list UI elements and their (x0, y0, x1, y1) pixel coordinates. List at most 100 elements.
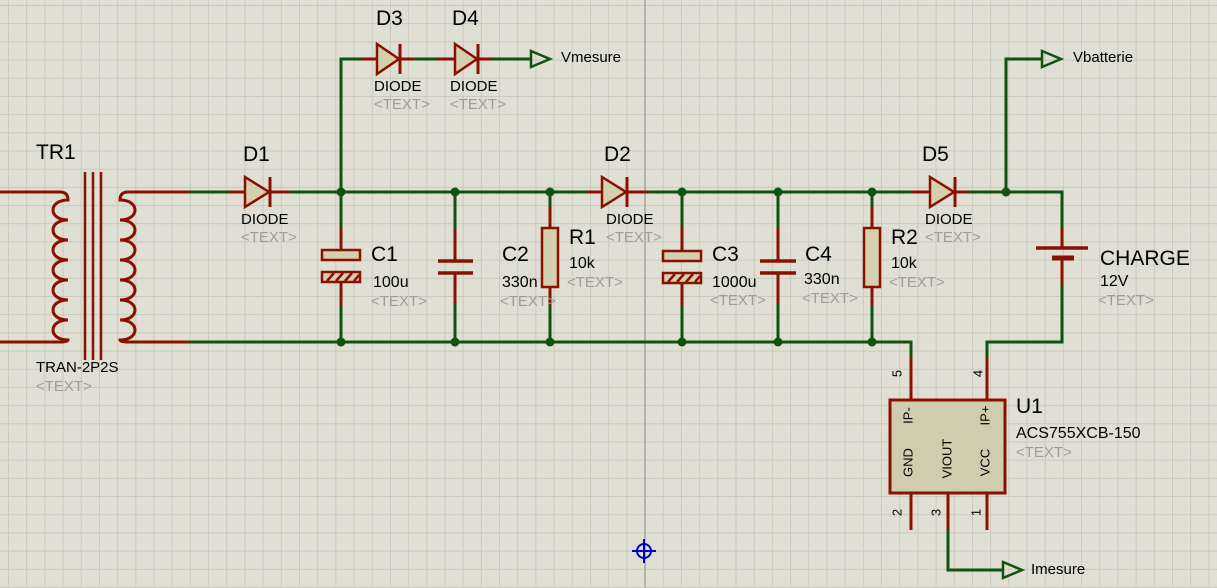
component-r1-resistor[interactable] (540, 207, 560, 306)
tr1-ref-label[interactable]: TR1 (36, 141, 76, 164)
junction-dot (545, 187, 555, 197)
d1-model-label[interactable]: DIODE (241, 212, 289, 228)
c2-value-label[interactable]: 330n (502, 274, 538, 292)
vbatterie-terminal-icon[interactable] (1040, 49, 1065, 69)
junction-dot (1001, 187, 1011, 197)
imesure-terminal-label[interactable]: Imesure (1031, 562, 1085, 578)
wire-battery-to-ip-plus[interactable] (985, 286, 1064, 358)
r2-prop-label[interactable]: <TEXT> (889, 275, 945, 291)
d2-prop-label[interactable]: <TEXT> (606, 230, 662, 246)
c1-plate-positive[interactable] (320, 248, 362, 262)
u1-pin-name-gnd: GND (900, 448, 916, 477)
junction-dot (545, 337, 555, 347)
d4-ref-label[interactable]: D4 (452, 7, 479, 30)
vmesure-terminal-icon[interactable] (529, 49, 554, 69)
battery-prop-label[interactable]: <TEXT> (1098, 293, 1154, 309)
junction-dot (450, 187, 460, 197)
u1-pin-number-3: 3 (928, 508, 944, 517)
component-c2-capacitor[interactable] (438, 230, 473, 303)
c4-value-label[interactable]: 330n (804, 271, 840, 289)
d1-anode-triangle[interactable] (243, 174, 272, 210)
u1-prop-label[interactable]: <TEXT> (1016, 445, 1072, 461)
junction-dot (336, 337, 346, 347)
component-c3-capacitor[interactable] (661, 225, 703, 306)
d3-ref-label[interactable]: D3 (376, 7, 403, 30)
junction-dot (773, 187, 783, 197)
c3-prop-label[interactable]: <TEXT> (710, 293, 766, 309)
r2-ref-label[interactable]: R2 (891, 226, 918, 249)
junction-dot (336, 187, 346, 197)
d4-anode-triangle[interactable] (453, 41, 480, 77)
u1-ref-label[interactable]: U1 (1016, 395, 1043, 418)
origin-crosshair-icon (632, 539, 656, 563)
schematic-canvas[interactable]: TR1 TRAN-2P2S <TEXT> D1 DIODE <TEXT> D3 … (0, 0, 1217, 588)
u1-model-label[interactable]: ACS755XCB-150 (1016, 425, 1141, 443)
tr1-model-label[interactable]: TRAN-2P2S (36, 360, 119, 376)
d3-anode-triangle[interactable] (375, 41, 402, 77)
u1-pin-name-viout: VIOUT (939, 438, 955, 479)
component-c1-capacitor[interactable] (320, 228, 362, 306)
wire-vbatterie-riser[interactable] (1004, 57, 1042, 192)
d1-prop-label[interactable]: <TEXT> (241, 230, 297, 246)
component-tr1-transformer[interactable] (0, 172, 190, 360)
battery-ref-label[interactable]: CHARGE (1100, 247, 1190, 270)
r1-value-label[interactable]: 10k (569, 255, 595, 273)
d2-ref-label[interactable]: D2 (604, 143, 631, 166)
r1-prop-label[interactable]: <TEXT> (567, 275, 623, 291)
c4-ref-label[interactable]: C4 (805, 243, 832, 266)
component-d5-diode[interactable] (912, 174, 968, 210)
u1-pin-number-2: 2 (889, 508, 905, 517)
component-r2-resistor[interactable] (862, 207, 882, 306)
c2-prop-label[interactable]: <TEXT> (500, 294, 556, 310)
d4-model-label[interactable]: DIODE (450, 79, 498, 95)
component-d2-diode[interactable] (588, 174, 648, 210)
u1-pin-number-1: 1 (968, 508, 984, 517)
c3-plate-positive[interactable] (661, 249, 703, 263)
c3-ref-label[interactable]: C3 (712, 243, 739, 266)
d2-model-label[interactable]: DIODE (606, 212, 654, 228)
d4-prop-label[interactable]: <TEXT> (450, 97, 506, 113)
component-d3-diode[interactable] (362, 41, 413, 77)
junction-dot (867, 337, 877, 347)
vmesure-terminal-label[interactable]: Vmesure (561, 50, 621, 66)
junction-dot (677, 187, 687, 197)
r2-value-label[interactable]: 10k (891, 255, 917, 273)
c3-value-label[interactable]: 1000u (712, 274, 757, 292)
origin-cross (632, 539, 656, 563)
component-d4-diode[interactable] (437, 41, 492, 77)
junction-dot (773, 337, 783, 347)
junction-dot (867, 187, 877, 197)
r1-body[interactable] (540, 226, 560, 289)
tr1-core (83, 172, 103, 360)
component-d1-diode[interactable] (229, 174, 290, 210)
c1-prop-label[interactable]: <TEXT> (371, 294, 427, 310)
d5-model-label[interactable]: DIODE (925, 212, 973, 228)
d5-prop-label[interactable]: <TEXT> (925, 230, 981, 246)
tr1-primary-coil[interactable] (0, 190, 70, 344)
battery-value-label[interactable]: 12V (1100, 273, 1128, 291)
d5-ref-label[interactable]: D5 (922, 143, 949, 166)
d2-anode-triangle[interactable] (600, 174, 629, 210)
r1-ref-label[interactable]: R1 (569, 226, 596, 249)
circuit-graphics (0, 41, 1088, 580)
d5-anode-triangle[interactable] (928, 174, 957, 210)
vbatterie-terminal-label[interactable]: Vbatterie (1073, 50, 1133, 66)
tr1-prop-label[interactable]: <TEXT> (36, 379, 92, 395)
junction-dot (450, 337, 460, 347)
u1-pin-number-4: 4 (970, 369, 986, 378)
imesure-terminal-icon[interactable] (1001, 560, 1026, 580)
c1-value-label[interactable]: 100u (373, 274, 409, 292)
wire-d3-branch[interactable] (339, 57, 377, 192)
d1-ref-label[interactable]: D1 (243, 143, 270, 166)
c1-ref-label[interactable]: C1 (371, 243, 398, 266)
c4-prop-label[interactable]: <TEXT> (802, 291, 858, 307)
tr1-secondary-coil[interactable] (118, 190, 190, 344)
junction-dot (677, 337, 687, 347)
r2-body[interactable] (862, 226, 882, 289)
c2-ref-label[interactable]: C2 (502, 243, 529, 266)
wire-viout-to-imesure[interactable] (946, 530, 1003, 572)
component-battery-charge[interactable] (1036, 228, 1088, 286)
u1-pin-number-5: 5 (889, 369, 905, 378)
d3-model-label[interactable]: DIODE (374, 79, 422, 95)
d3-prop-label[interactable]: <TEXT> (374, 97, 430, 113)
